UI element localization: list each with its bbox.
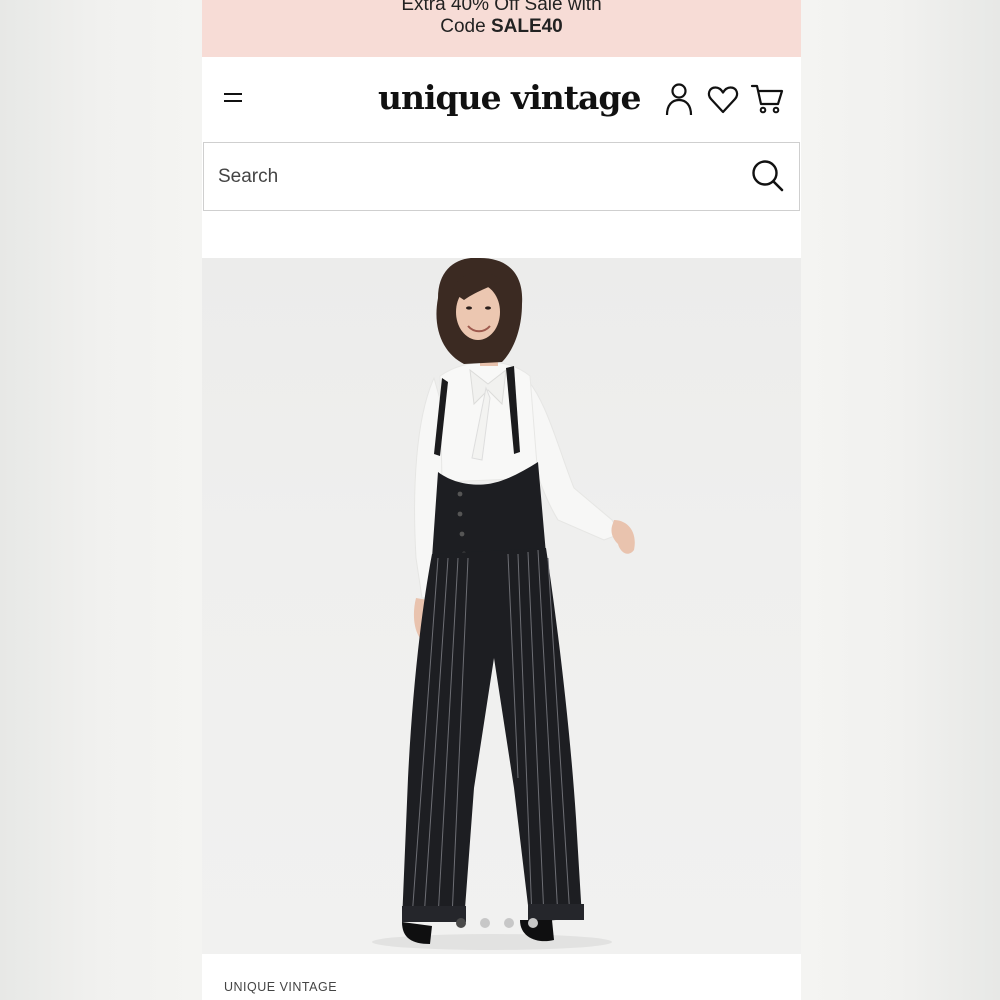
heart-icon [707, 86, 739, 114]
carousel-dots [456, 916, 546, 930]
wishlist-button[interactable] [706, 81, 740, 117]
carousel-dot[interactable] [456, 918, 466, 928]
cart-icon [750, 84, 784, 114]
hamburger-icon [224, 93, 242, 95]
search-icon [752, 160, 784, 192]
promo-banner[interactable]: Extra 40% Off Sale with Code SALE40 [202, 0, 801, 57]
search-bar [203, 142, 800, 211]
logo[interactable]: unique vintage [378, 73, 641, 123]
site-header: unique vintage [202, 57, 801, 142]
promo-code-line: Code SALE40 [440, 16, 563, 37]
carousel-dot[interactable] [528, 918, 538, 928]
hamburger-icon-line [224, 100, 242, 102]
carousel-dot[interactable] [480, 918, 490, 928]
cart-button[interactable] [750, 81, 784, 117]
search-input[interactable] [218, 155, 738, 199]
carousel-dot[interactable] [504, 918, 514, 928]
promo-code: SALE40 [490, 16, 563, 37]
user-icon [665, 83, 693, 116]
search-button[interactable] [749, 157, 787, 195]
menu-button[interactable] [220, 83, 250, 113]
mobile-page: Extra 40% Off Sale with Code SALE40 uniq… [202, 0, 801, 1000]
promo-code-prefix: Code [440, 16, 491, 37]
product-image-carousel[interactable] [202, 258, 801, 954]
product-brand[interactable]: UNIQUE VINTAGE [224, 980, 337, 994]
promo-text: Extra 40% Off Sale with [401, 0, 602, 15]
account-button[interactable] [662, 81, 696, 117]
product-photo [372, 258, 635, 950]
